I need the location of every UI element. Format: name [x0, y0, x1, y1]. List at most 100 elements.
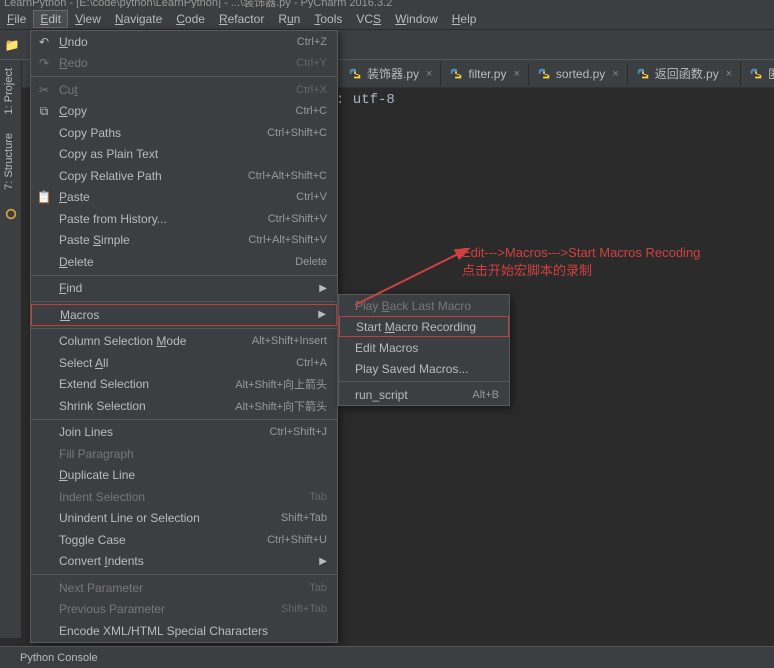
copy-icon: ⧉ [37, 104, 51, 118]
shortcut: Delete [295, 256, 327, 268]
shortcut: Shift+Tab [281, 603, 327, 615]
shortcut: Ctrl+X [296, 84, 327, 96]
tab-label: sorted.py [556, 67, 605, 81]
edit-item-next-parameter: Next Parameter Tab [31, 577, 337, 599]
submenu-arrow-icon: ▶ [319, 556, 327, 567]
tab-2[interactable]: sorted.py × [529, 63, 628, 85]
macros-item-play-saved-macros-[interactable]: Play Saved Macros... [339, 358, 509, 379]
menu-run[interactable]: Run [271, 10, 307, 28]
edit-item-join-lines[interactable]: Join LinesCtrl+Shift+J [31, 422, 337, 444]
window-title: LearnPython - [E:\code\python\LearnPytho… [0, 0, 774, 8]
menu-file[interactable]: File [0, 10, 33, 28]
menu-window[interactable]: Window [388, 10, 445, 28]
project-tool[interactable]: 1: Project [3, 68, 15, 114]
shortcut: Ctrl+Z [297, 36, 327, 48]
menu-label: Toggle Case [59, 533, 126, 547]
edit-item-paste-simple[interactable]: Paste SimpleCtrl+Alt+Shift+V [31, 230, 337, 252]
menu-label: Delete [59, 255, 94, 269]
edit-item-extend-selection[interactable]: Extend SelectionAlt+Shift+向上箭头 [31, 374, 337, 396]
menu-label: Copy Relative Path [59, 169, 162, 183]
shortcut: Shift+Tab [281, 512, 327, 524]
tab-0[interactable]: 装饰器.py × [340, 61, 441, 86]
menu-label: Indent Selection [59, 490, 145, 504]
menu-edit[interactable]: Edit [33, 10, 68, 28]
close-icon[interactable]: × [612, 68, 618, 80]
macros-item-run-script[interactable]: run_script Alt+B [339, 384, 509, 405]
menu-vcs[interactable]: VCS [349, 10, 388, 28]
shortcut: Ctrl+Shift+V [268, 213, 327, 225]
tab-label: 装饰器.py [367, 65, 419, 82]
menu-tools[interactable]: Tools [307, 10, 349, 28]
annotation-arrow [345, 245, 475, 315]
shortcut: Alt+Shift+向下箭头 [235, 398, 327, 414]
separator [31, 574, 337, 575]
tab-3[interactable]: 返回函数.py× [628, 61, 741, 86]
edit-item-paste[interactable]: 📋PasteCtrl+V [31, 187, 337, 209]
menu-code[interactable]: Code [169, 10, 212, 28]
edit-item-select-all[interactable]: Select AllCtrl+A [31, 352, 337, 374]
menu-bar: FileEditViewNavigateCodeRefactorRunTools… [0, 8, 774, 30]
separator [339, 381, 509, 382]
close-icon[interactable]: × [426, 68, 432, 80]
edit-item-column-selection-mode[interactable]: Column Selection Mode Alt+Shift+Insert [31, 331, 337, 353]
shortcut: Ctrl+Shift+J [270, 426, 327, 438]
edit-item-indent-selection: Indent Selection Tab [31, 486, 337, 508]
menu-navigate[interactable]: Navigate [108, 10, 169, 28]
python-console-button[interactable]: Python Console [20, 652, 98, 664]
menu-label: Shrink Selection [59, 399, 146, 413]
edit-item-macros[interactable]: Macros▶ [31, 304, 337, 326]
shortcut: Alt+B [472, 389, 499, 401]
shortcut: Ctrl+Shift+U [267, 534, 327, 546]
menu-label: Column Selection Mode [59, 334, 186, 348]
tab-4[interactable]: 匿× [741, 61, 774, 86]
edit-item-shrink-selection[interactable]: Shrink Selection Alt+Shift+向下箭头 [31, 395, 337, 417]
menu-label: Paste Simple [59, 233, 130, 247]
structure-tool[interactable]: 7: Structure [3, 133, 15, 190]
separator [31, 76, 337, 77]
submenu-arrow-icon: ▶ [318, 309, 326, 320]
close-icon[interactable]: × [726, 68, 732, 80]
edit-item-unindent-line-or-selection[interactable]: Unindent Line or SelectionShift+Tab [31, 508, 337, 530]
menu-view[interactable]: View [68, 10, 108, 28]
edit-item-copy-paths[interactable]: Copy PathsCtrl+Shift+C [31, 122, 337, 144]
shortcut: Tab [309, 582, 327, 594]
macros-item-start-macro-recording[interactable]: Start Macro Recording [339, 316, 509, 337]
redo-icon: ↷ [37, 56, 51, 70]
edit-item-copy-relative-path[interactable]: Copy Relative Path Ctrl+Alt+Shift+C [31, 165, 337, 187]
menu-label: Copy [59, 104, 87, 118]
edit-item-undo[interactable]: ↶UndoCtrl+Z [31, 31, 337, 53]
menu-label: Paste [59, 190, 90, 204]
edit-menu-dropdown: ↶UndoCtrl+Z ↷ Redo Ctrl+Y ✂CutCtrl+X ⧉ Copy Ctr… [30, 30, 338, 643]
edit-item-duplicate-line[interactable]: Duplicate Line [31, 465, 337, 487]
undo-icon: ↶ [37, 35, 51, 49]
edit-item-find[interactable]: Find▶ [31, 278, 337, 300]
tab-1[interactable]: filter.py× [441, 63, 528, 85]
shortcut: Ctrl+C [296, 105, 327, 117]
menu-label: Copy as Plain Text [59, 147, 158, 161]
edit-item-copy[interactable]: ⧉ Copy Ctrl+C [31, 101, 337, 123]
status-bar: Python Console [0, 646, 774, 668]
shortcut: Ctrl+Y [296, 57, 327, 69]
edit-item-cut: ✂CutCtrl+X [31, 79, 337, 101]
menu-label: Redo [59, 56, 88, 70]
close-icon[interactable]: × [513, 68, 519, 80]
edit-item-paste-from-history-[interactable]: Paste from History...Ctrl+Shift+V [31, 208, 337, 230]
menu-help[interactable]: Help [445, 10, 484, 28]
menu-refactor[interactable]: Refactor [212, 10, 271, 28]
edit-item-toggle-case[interactable]: Toggle Case Ctrl+Shift+U [31, 529, 337, 551]
menu-label: Extend Selection [59, 377, 149, 391]
annotation-text: Edit--->Macros--->Start Macros Recoding … [462, 244, 700, 280]
shortcut: Alt+Shift+Insert [252, 335, 327, 347]
edit-item-convert-indents[interactable]: Convert Indents▶ [31, 551, 337, 573]
submenu-label: run_script [355, 388, 408, 402]
shortcut: Tab [309, 491, 327, 503]
sync-icon[interactable] [4, 207, 18, 221]
edit-item-copy-as-plain-text[interactable]: Copy as Plain Text [31, 144, 337, 166]
edit-item-delete[interactable]: Delete Delete [31, 251, 337, 273]
open-icon[interactable]: 📁 [4, 37, 20, 53]
macros-item-edit-macros[interactable]: Edit Macros [339, 337, 509, 358]
left-gutter: 1: Project 7: Structure [0, 60, 22, 638]
edit-item-encode-xml-html-special-characters[interactable]: Encode XML/HTML Special Characters [31, 620, 337, 642]
menu-label: Next Parameter [59, 581, 143, 595]
shortcut: Ctrl+Alt+Shift+C [248, 170, 327, 182]
